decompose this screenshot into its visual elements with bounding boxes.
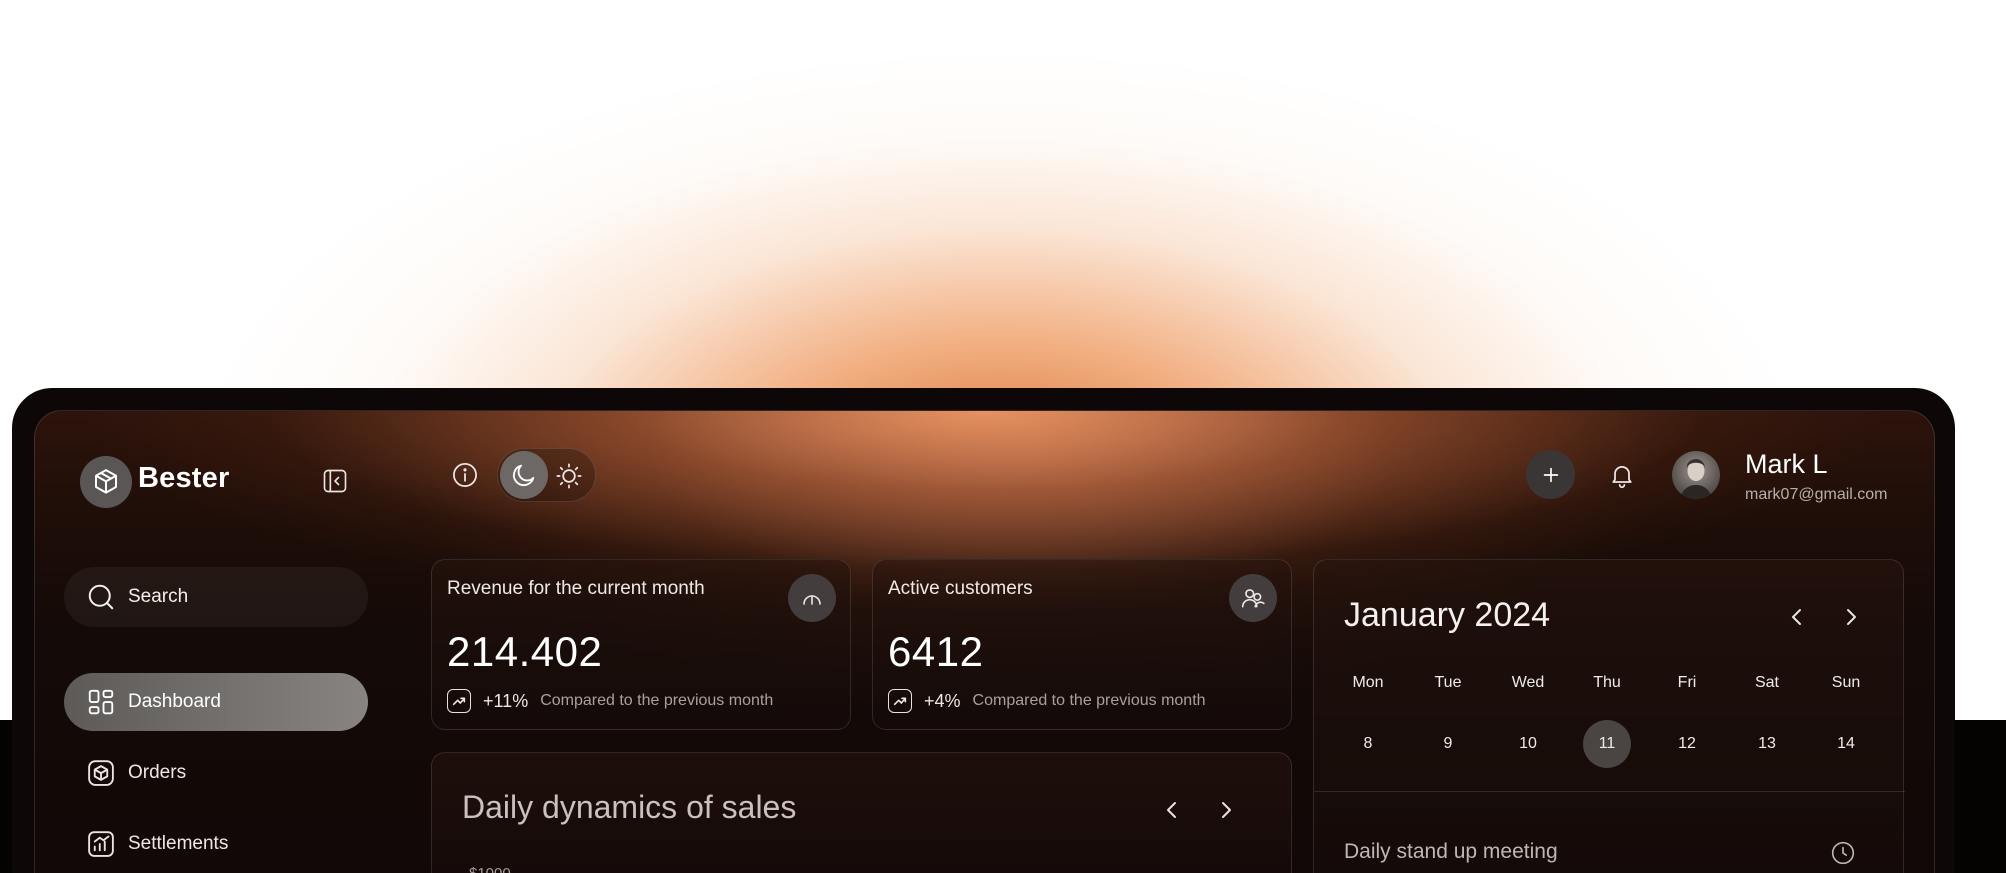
weekday-label: Fri [1677, 674, 1697, 691]
trend-row: +11% Compared to the previous month [447, 689, 773, 713]
sidebar-item-label: Dashboard [128, 691, 221, 712]
meeting-title[interactable]: Daily stand up meeting [1344, 840, 1558, 864]
weekday-label: Thu [1593, 674, 1621, 691]
bell-icon [1612, 465, 1632, 489]
search-icon [88, 584, 114, 610]
app-name: Bester [138, 462, 230, 494]
calendar-date[interactable]: 14 [1822, 720, 1870, 768]
sidebar-collapse-icon [323, 469, 347, 493]
trend-up-icon [447, 689, 471, 713]
trend-row: +4% Compared to the previous month [888, 689, 1206, 713]
sales-chart-card: Daily dynamics of sales $1000 [431, 752, 1292, 873]
logo-icon [80, 456, 132, 508]
sales-next-button[interactable] [1211, 795, 1241, 825]
y-tick-label: $1000 [469, 865, 511, 873]
weekday-label: Wed [1511, 674, 1545, 691]
add-button[interactable] [1526, 450, 1575, 499]
search-input[interactable]: Search [64, 567, 368, 627]
trend-up-icon [888, 689, 912, 713]
calendar-date-selected[interactable]: 11 [1583, 720, 1631, 768]
calendar-date[interactable]: 12 [1663, 720, 1711, 768]
info-button[interactable] [449, 459, 481, 491]
sidebar-item-label: Orders [128, 762, 187, 783]
notifications-button[interactable] [1606, 459, 1638, 491]
calendar-date[interactable]: 9 [1424, 720, 1472, 768]
calendar-prev-button[interactable] [1782, 602, 1812, 632]
chevron-left-icon [1167, 802, 1176, 818]
calendar-next-button[interactable] [1836, 602, 1866, 632]
user-name: Mark L [1745, 449, 1828, 479]
user-email: mark07@gmail.com [1745, 486, 1888, 503]
gauge-icon[interactable] [788, 574, 836, 622]
card-value: 214.402 [447, 628, 603, 675]
chevron-right-icon [1847, 609, 1856, 625]
chevron-right-icon [1222, 802, 1231, 818]
sales-prev-button[interactable] [1157, 795, 1187, 825]
revenue-card: Revenue for the current month 214.402 +1… [431, 559, 851, 730]
calendar-date[interactable]: 8 [1344, 720, 1392, 768]
sales-title: Daily dynamics of sales [462, 789, 797, 825]
sidebar-item-dashboard[interactable]: Dashboard [64, 673, 368, 731]
dark-mode-button[interactable] [500, 451, 548, 499]
box-icon [86, 758, 116, 788]
trend-percent: +4% [924, 690, 961, 711]
avatar[interactable] [1672, 451, 1720, 499]
users-icon[interactable] [1229, 574, 1277, 622]
sun-icon [556, 463, 582, 489]
calendar-title: January 2024 [1344, 596, 1551, 634]
weekday-label: Sun [1831, 674, 1861, 691]
clock-icon [1830, 840, 1856, 866]
calendar-date[interactable]: 10 [1504, 720, 1552, 768]
weekday-label: Mon [1352, 674, 1384, 691]
trend-percent: +11% [483, 690, 529, 711]
info-icon [453, 463, 477, 487]
card-value: 6412 [888, 628, 984, 675]
moon-icon [512, 464, 535, 487]
trend-note: Compared to the previous month [540, 692, 774, 709]
card-title: Revenue for the current month [447, 578, 705, 599]
sidebar-item-settlements[interactable]: Settlements [64, 815, 368, 873]
plus-icon [1543, 467, 1558, 482]
card-title: Active customers [888, 578, 1033, 599]
search-label: Search [128, 586, 189, 607]
customers-card: Active customers 6412 +4% Compared to th… [872, 559, 1292, 730]
chevron-left-icon [1792, 609, 1801, 625]
chart-icon [86, 829, 116, 859]
weekday-label: Tue [1434, 674, 1462, 691]
collapse-sidebar-button[interactable] [321, 467, 349, 495]
calendar-divider [1314, 791, 1905, 792]
sidebar-item-orders[interactable]: Orders [64, 744, 368, 802]
trend-note: Compared to the previous month [972, 692, 1206, 709]
sidebar-item-label: Settlements [128, 833, 229, 854]
calendar-date[interactable]: 13 [1743, 720, 1791, 768]
light-mode-button[interactable] [552, 459, 586, 493]
calendar-card: January 2024 Mon Tue Wed Thu Fri Sat Sun… [1313, 559, 1905, 873]
dashboard-icon [86, 687, 116, 717]
weekday-label: Sat [1754, 674, 1779, 691]
